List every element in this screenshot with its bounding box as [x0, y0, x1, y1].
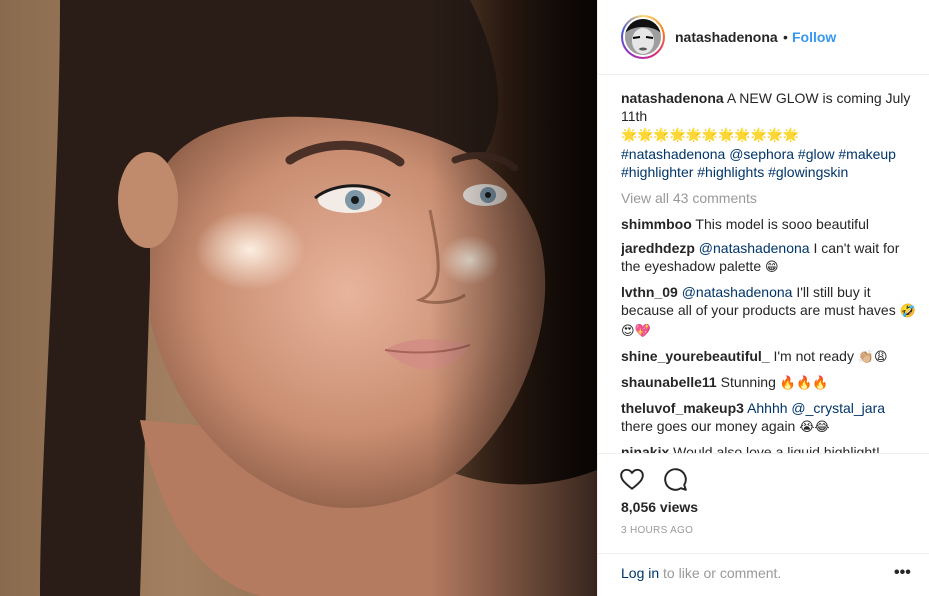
caption-hashtags[interactable]: #natashadenona @sephora #glow #makeup #h…: [621, 146, 896, 180]
login-prompt: Log in to like or comment.: [621, 565, 781, 581]
comment-username[interactable]: theluvof_makeup3: [621, 400, 744, 416]
comments-list[interactable]: natashadenona A NEW GLOW is coming July …: [621, 89, 916, 454]
comment-emoji: 🔥🔥🔥: [779, 376, 829, 391]
comment-item: shimmboo This model is sooo beautiful: [621, 215, 916, 233]
avatar-face-icon: [625, 19, 661, 55]
follow-button[interactable]: Follow: [792, 29, 836, 45]
comment-footer: Log in to like or comment. •••: [598, 553, 929, 596]
post-timestamp[interactable]: 3 HOURS AGO: [621, 525, 693, 536]
comment-username[interactable]: shaunabelle11: [621, 374, 717, 390]
avatar-ring-inner: [623, 17, 663, 57]
comment-item: lvthn_09 @natashadenona I'll still buy i…: [621, 283, 916, 341]
avatar-image: [625, 19, 661, 55]
instagram-post: natashadenona • Follow natashadenona A N…: [0, 0, 929, 596]
comment-username[interactable]: shine_yourebeautiful_: [621, 348, 770, 364]
caption: natashadenona A NEW GLOW is coming July …: [621, 89, 916, 181]
comment-item: shine_yourebeautiful_ I'm not ready 👏🏼😩: [621, 347, 916, 367]
comment-text: This model is sooo beautiful: [695, 216, 869, 232]
comment-item: theluvof_makeup3 Ahhhh @_crystal_jara th…: [621, 399, 916, 437]
comment-mention[interactable]: @natashadenona: [699, 240, 810, 256]
avatar[interactable]: [621, 15, 665, 59]
login-link[interactable]: Log in: [621, 565, 659, 581]
post-side-panel: natashadenona • Follow natashadenona A N…: [597, 0, 929, 596]
views-count: 8,056 views: [621, 499, 699, 515]
comment-text: Stunning: [720, 374, 776, 390]
comment-mention[interactable]: @natashadenona: [682, 284, 793, 300]
caption-emojis: 🌟🌟🌟🌟🌟🌟🌟🌟🌟🌟🌟: [621, 128, 800, 143]
view-all-comments-link[interactable]: View all 43 comments: [621, 189, 916, 207]
comment-button[interactable]: [662, 466, 688, 492]
comment-emoji: 😁: [765, 260, 779, 275]
portrait-illustration: [40, 0, 597, 596]
separator-dot: •: [783, 29, 788, 45]
comment-item: jaredhdezp @natashadenona I can't wait f…: [621, 239, 916, 277]
post-username[interactable]: natashadenona: [675, 29, 778, 45]
like-button[interactable]: [619, 466, 645, 492]
login-prompt-text: to like or comment.: [663, 565, 782, 581]
comment-username[interactable]: lvthn_09: [621, 284, 678, 300]
comment-emoji: 😭😂: [799, 420, 830, 435]
comment-text: there goes our money again: [621, 418, 796, 434]
comment-text: I'm not ready: [773, 348, 854, 364]
comment-mention[interactable]: Ahhhh @_crystal_jara: [747, 400, 885, 416]
post-header: natashadenona • Follow: [598, 0, 929, 75]
more-options-icon[interactable]: •••: [894, 563, 914, 583]
comment-username[interactable]: jaredhdezp: [621, 240, 695, 256]
comment-emoji: 👏🏼😩: [857, 350, 888, 365]
comment-icon: [664, 468, 687, 491]
comment-item: shaunabelle11 Stunning 🔥🔥🔥: [621, 373, 916, 393]
comment-username[interactable]: shimmboo: [621, 216, 692, 232]
heart-icon: [620, 468, 644, 490]
post-image[interactable]: [0, 0, 597, 596]
action-bar: 8,056 views 3 HOURS AGO: [598, 453, 929, 553]
caption-username[interactable]: natashadenona: [621, 90, 724, 106]
